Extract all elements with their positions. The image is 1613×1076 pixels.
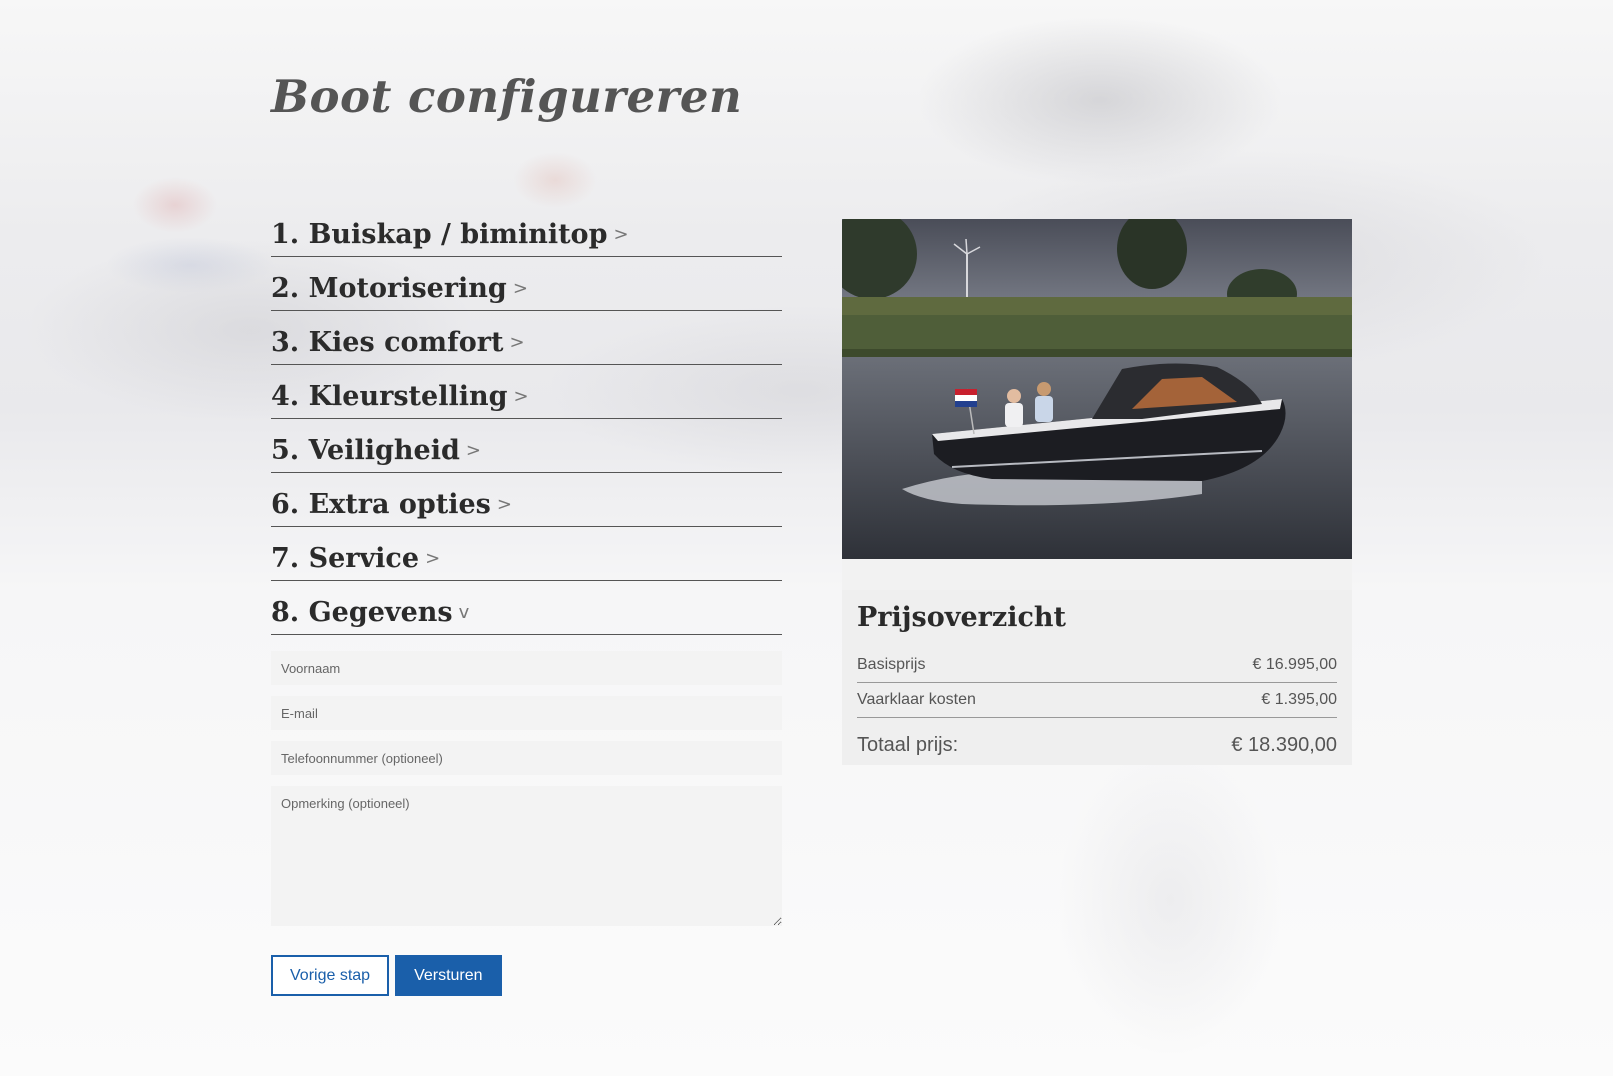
price-row-value: € 16.995,00 bbox=[1252, 656, 1337, 673]
photo-caption-strip bbox=[842, 559, 1352, 590]
step-veiligheid[interactable]: 5. Veiligheid > bbox=[271, 419, 782, 473]
price-overview-title: Prijsoverzicht bbox=[857, 602, 1066, 633]
step-kleurstelling[interactable]: 4. Kleurstelling > bbox=[271, 365, 782, 419]
total-price-label: Totaal prijs: bbox=[857, 733, 959, 756]
price-row-total: Totaal prijs: € 18.390,00 bbox=[857, 718, 1337, 772]
configurator-page: Boot configureren 1. Buiskap / biminitop… bbox=[0, 0, 1613, 1076]
first-name-input[interactable] bbox=[271, 651, 782, 685]
step-buiskap[interactable]: 1. Buiskap / biminitop > bbox=[271, 212, 782, 257]
chevron-right-icon: > bbox=[496, 494, 512, 515]
price-row-label: Basisprijs bbox=[857, 656, 926, 673]
step-gegevens[interactable]: 8. Gegevens v bbox=[271, 581, 782, 635]
total-price-value: € 18.390,00 bbox=[1231, 733, 1337, 756]
boat-photo bbox=[842, 219, 1352, 559]
chevron-right-icon: > bbox=[509, 332, 525, 353]
step-service[interactable]: 7. Service > bbox=[271, 527, 782, 581]
previous-step-button[interactable]: Vorige stap bbox=[271, 955, 390, 996]
page-title: Boot configureren bbox=[271, 70, 743, 123]
step-label: 4. Kleurstelling bbox=[271, 381, 508, 412]
chevron-right-icon: > bbox=[512, 278, 528, 299]
form-buttons: Vorige stap Versturen bbox=[271, 955, 502, 996]
remark-textarea[interactable] bbox=[271, 786, 782, 926]
submit-button[interactable]: Versturen bbox=[395, 955, 502, 996]
step-label: 6. Extra opties bbox=[271, 489, 491, 520]
step-label: 3. Kies comfort bbox=[271, 327, 504, 358]
step-comfort[interactable]: 3. Kies comfort > bbox=[271, 311, 782, 365]
step-label: 8. Gegevens bbox=[271, 597, 453, 628]
step-label: 1. Buiskap / biminitop bbox=[271, 219, 608, 250]
step-label: 2. Motorisering bbox=[271, 273, 507, 304]
chevron-right-icon: > bbox=[425, 548, 441, 569]
contact-form bbox=[271, 651, 782, 926]
price-overview: Prijsoverzicht Basisprijs € 16.995,00 Va… bbox=[842, 590, 1352, 765]
chevron-down-icon: v bbox=[458, 602, 470, 623]
chevron-right-icon: > bbox=[613, 224, 629, 245]
step-label: 7. Service bbox=[271, 543, 420, 574]
email-input[interactable] bbox=[271, 696, 782, 730]
step-extra-opties[interactable]: 6. Extra opties > bbox=[271, 473, 782, 527]
chevron-right-icon: > bbox=[465, 440, 481, 461]
price-row-base: Basisprijs € 16.995,00 bbox=[857, 648, 1337, 683]
step-motorisering[interactable]: 2. Motorisering > bbox=[271, 257, 782, 311]
phone-input[interactable] bbox=[271, 741, 782, 775]
chevron-right-icon: > bbox=[513, 386, 529, 407]
step-label: 5. Veiligheid bbox=[271, 435, 460, 466]
price-row-label: Vaarklaar kosten bbox=[857, 691, 976, 708]
price-row-value: € 1.395,00 bbox=[1261, 691, 1337, 708]
configuration-steps: 1. Buiskap / biminitop > 2. Motorisering… bbox=[271, 212, 782, 635]
price-row-ready-costs: Vaarklaar kosten € 1.395,00 bbox=[857, 683, 1337, 718]
